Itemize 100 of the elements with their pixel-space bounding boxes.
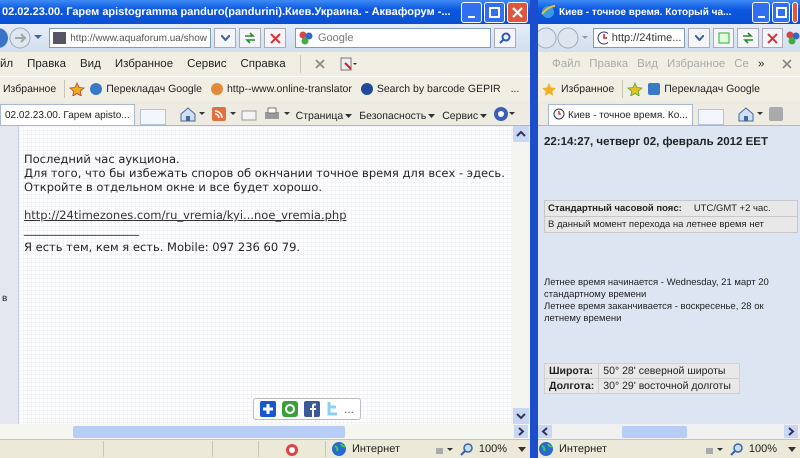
maximize-button[interactable] bbox=[484, 2, 505, 22]
maximize-button[interactable] bbox=[772, 2, 790, 22]
coordinate-label: Долгота: bbox=[544, 378, 599, 394]
site-icon bbox=[89, 82, 104, 96]
address-field[interactable]: http://24time... bbox=[593, 28, 686, 48]
refresh-button[interactable] bbox=[737, 28, 759, 48]
post-text: Откройте в отдельном окне и все будет хорошо. bbox=[24, 180, 324, 194]
dropdown-button[interactable] bbox=[688, 28, 710, 48]
menu-item[interactable]: Избранное bbox=[114, 58, 174, 70]
site-icon bbox=[647, 82, 662, 96]
home-icon[interactable] bbox=[178, 106, 205, 122]
favorites-link[interactable]: Перекладач Google bbox=[647, 82, 760, 96]
coordinate-value: 30° 29' восточной долготы bbox=[598, 378, 740, 394]
plus-icon[interactable] bbox=[260, 401, 276, 417]
caret-icon[interactable] bbox=[788, 446, 796, 452]
page-icon bbox=[53, 32, 66, 44]
feed-icon[interactable] bbox=[210, 106, 236, 122]
search-icon bbox=[499, 32, 511, 44]
refresh-share-icon[interactable] bbox=[282, 401, 298, 417]
minimize-button[interactable] bbox=[461, 2, 482, 22]
menu-item[interactable]: Правка bbox=[27, 58, 66, 70]
caret-icon bbox=[480, 114, 488, 118]
menu-item[interactable]: Сервис bbox=[187, 58, 226, 70]
refresh-button[interactable] bbox=[239, 28, 261, 48]
compatibility-button[interactable] bbox=[712, 28, 734, 48]
command-menu[interactable]: Безопасность bbox=[359, 110, 436, 122]
timezone-label: Стандартный часовой пояс: bbox=[548, 203, 682, 214]
status-zone: Интернет bbox=[559, 443, 607, 455]
favorites-button[interactable]: Избранное bbox=[561, 83, 614, 95]
browser-tab[interactable]: 02.02.23.00. Гарем apisto... bbox=[0, 104, 135, 125]
caret-icon bbox=[694, 35, 704, 41]
post-text: Для того, что бы избежать споров об окнчании точное время для всех - эдесь. bbox=[24, 166, 506, 180]
stop-icon bbox=[270, 32, 280, 44]
menu-item[interactable]: Справка bbox=[240, 58, 286, 70]
dst-text: Летнее время заканчивается - воскресенье, 28 ок bbox=[544, 301, 765, 313]
favorites-button[interactable]: Избранное bbox=[3, 83, 56, 95]
stop-button[interactable] bbox=[264, 28, 286, 48]
dropdown-button[interactable] bbox=[214, 28, 236, 48]
horizontal-scrollbar[interactable] bbox=[538, 424, 800, 439]
minimize-icon bbox=[758, 16, 764, 18]
document-icon[interactable] bbox=[338, 57, 357, 71]
maximize-icon bbox=[776, 6, 786, 18]
close-button[interactable] bbox=[507, 2, 528, 22]
current-time: 22:14:27, четверг 02, февраль 2012 EET bbox=[544, 136, 769, 148]
maximize-icon bbox=[489, 6, 500, 18]
help-icon[interactable] bbox=[493, 106, 516, 122]
favorites-link[interactable]: Перекладач Google bbox=[89, 82, 202, 96]
site-icon bbox=[360, 82, 374, 96]
more-menu-button[interactable]: » bbox=[758, 58, 764, 70]
minimize-button[interactable] bbox=[752, 2, 770, 22]
search-provider-icon bbox=[786, 31, 800, 45]
signature-rule: ____________________ bbox=[24, 223, 139, 235]
mail-icon[interactable] bbox=[240, 108, 257, 122]
zoom-icon bbox=[730, 442, 744, 456]
caret-icon bbox=[345, 114, 352, 118]
command-menu[interactable]: Страница bbox=[296, 110, 352, 122]
dst-text: стандартному времени bbox=[544, 289, 648, 301]
facebook-icon[interactable] bbox=[304, 401, 320, 417]
caret-icon[interactable] bbox=[518, 446, 526, 452]
status-zone: Интернет bbox=[352, 443, 400, 455]
close-icon[interactable] bbox=[782, 59, 792, 69]
home-icon[interactable] bbox=[736, 106, 763, 122]
dst-note: В данный момент перехода на летнее время нет bbox=[548, 219, 764, 230]
caret-icon bbox=[220, 35, 230, 41]
star-icon bbox=[541, 82, 557, 96]
star-icon[interactable] bbox=[69, 82, 86, 96]
search-button[interactable] bbox=[494, 28, 516, 48]
browser-icon bbox=[540, 4, 556, 20]
favorites-link[interactable]: http--www.online-translator bbox=[210, 82, 352, 96]
clock-icon bbox=[597, 31, 608, 45]
zoom-level[interactable]: 100% bbox=[748, 443, 777, 455]
close-button[interactable] bbox=[792, 2, 798, 22]
horizontal-scrollbar[interactable] bbox=[0, 424, 530, 439]
dst-text: летнему времени bbox=[544, 313, 622, 325]
address-field[interactable]: http://www.aquaforum.ua/show bbox=[49, 28, 211, 48]
close-icon[interactable] bbox=[314, 59, 325, 69]
browser-tab[interactable]: Киев - точное время. Ко... bbox=[548, 104, 693, 125]
page-icon bbox=[718, 32, 730, 44]
menu-item[interactable]: йл bbox=[0, 58, 14, 70]
more-share-link[interactable]: ... bbox=[344, 402, 354, 416]
globe-icon bbox=[538, 441, 554, 457]
timezone-value: UTC/GMT +2 час. bbox=[694, 203, 771, 214]
command-menu[interactable]: Сервис bbox=[442, 110, 488, 122]
clock-icon bbox=[553, 108, 565, 120]
zoom-level[interactable]: 100% bbox=[478, 443, 507, 455]
menu-item[interactable]: Вид bbox=[80, 58, 101, 70]
more-favorites-link[interactable]: ... bbox=[510, 83, 520, 95]
coordinate-value: 50° 28' северной широты bbox=[598, 364, 740, 378]
globe-icon bbox=[331, 441, 347, 457]
vertical-scrollbar[interactable] bbox=[512, 126, 530, 424]
site-icon bbox=[210, 82, 224, 96]
signature-text: Я есть тем, кем я есть. Mobile: 097 236 60 79. bbox=[24, 240, 302, 254]
caret-icon bbox=[428, 114, 436, 118]
refresh-icon bbox=[243, 32, 257, 44]
post-link[interactable]: http://24timezones.com/ru_vremia/kyi...noe_vremia.php bbox=[24, 208, 347, 222]
favorites-link[interactable]: Search by barcode GEPIR bbox=[360, 82, 501, 96]
stop-button[interactable] bbox=[762, 28, 784, 48]
search-field[interactable]: Google bbox=[295, 28, 491, 48]
zoom-icon bbox=[460, 442, 474, 456]
star-icon[interactable] bbox=[627, 82, 644, 96]
